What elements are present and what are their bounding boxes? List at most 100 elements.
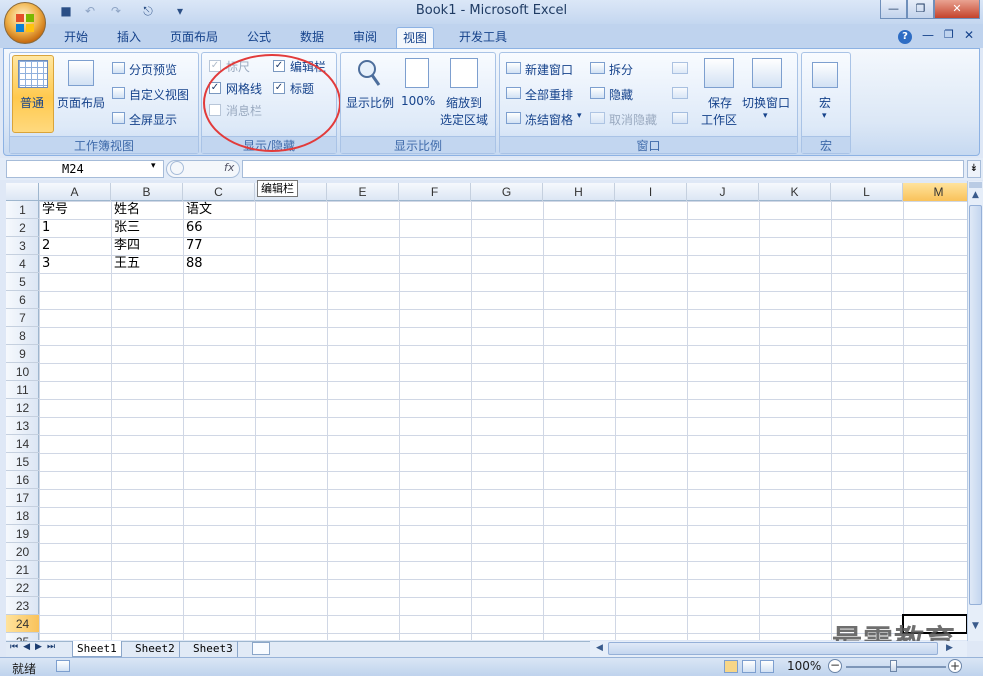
split-button[interactable]: 拆分: [609, 61, 633, 78]
column-header-i[interactable]: I: [615, 183, 687, 201]
save-icon[interactable]: ■: [58, 4, 74, 20]
column-header-b[interactable]: B: [111, 183, 183, 201]
tab-formulas[interactable]: 公式: [241, 27, 277, 48]
zoom-out-icon[interactable]: −: [828, 659, 842, 673]
freeze-panes-dropdown-icon[interactable]: ▾: [577, 111, 582, 121]
quick-access-dropdown-icon[interactable]: ▾: [172, 4, 188, 20]
row-header-1[interactable]: 1: [6, 201, 39, 219]
page-break-status-icon[interactable]: [760, 660, 774, 673]
column-header-c[interactable]: C: [183, 183, 255, 201]
zoom-level[interactable]: 100%: [787, 659, 821, 673]
insert-sheet-icon[interactable]: [252, 642, 270, 655]
row-header-6[interactable]: 6: [6, 291, 39, 309]
row-header-22[interactable]: 22: [6, 579, 39, 597]
row-header-4[interactable]: 4: [6, 255, 39, 273]
row-header-7[interactable]: 7: [6, 309, 39, 327]
cell-a2[interactable]: 1: [39, 219, 111, 237]
row-header-13[interactable]: 13: [6, 417, 39, 435]
vertical-scrollbar[interactable]: ▲ ▼: [967, 181, 983, 641]
tab-review[interactable]: 审阅: [347, 27, 383, 48]
sheet-tab-sheet2[interactable]: Sheet2: [131, 641, 180, 657]
save-workspace-button[interactable]: 保存: [708, 94, 732, 111]
split-box-icon[interactable]: [969, 182, 982, 188]
scroll-up-icon[interactable]: ▲: [969, 190, 982, 204]
view-side-by-side-icon[interactable]: [672, 62, 688, 74]
cell-b4[interactable]: 王五: [111, 255, 183, 273]
tab-view[interactable]: 视图: [396, 27, 435, 48]
row-header-2[interactable]: 2: [6, 219, 39, 237]
formula-input[interactable]: [242, 160, 964, 178]
maximize-button[interactable]: ❐: [907, 0, 934, 19]
macro-record-icon[interactable]: [56, 660, 70, 672]
column-header-a[interactable]: A: [39, 183, 111, 201]
name-box[interactable]: M24: [6, 160, 164, 178]
row-header-19[interactable]: 19: [6, 525, 39, 543]
row-header-23[interactable]: 23: [6, 597, 39, 615]
row-header-12[interactable]: 12: [6, 399, 39, 417]
row-header-14[interactable]: 14: [6, 435, 39, 453]
synchronous-scrolling-icon[interactable]: [672, 87, 688, 99]
column-header-k[interactable]: K: [759, 183, 831, 201]
tab-page-layout[interactable]: 页面布局: [164, 27, 224, 48]
row-header-5[interactable]: 5: [6, 273, 39, 291]
reset-window-position-icon[interactable]: [672, 112, 688, 124]
insert-function-icon[interactable]: fx: [224, 161, 234, 174]
macros-dropdown-icon[interactable]: ▾: [822, 111, 827, 121]
cell-a4[interactable]: 3: [39, 255, 111, 273]
switch-windows-dropdown-icon[interactable]: ▾: [763, 111, 768, 121]
scroll-down-icon[interactable]: ▼: [969, 621, 982, 635]
print-preview-icon[interactable]: ⎋: [140, 4, 156, 20]
column-header-f[interactable]: F: [399, 183, 471, 201]
cell-c3[interactable]: 77: [183, 237, 255, 255]
normal-view-status-icon[interactable]: [724, 660, 738, 673]
sheet-tab-sheet1[interactable]: Sheet1: [72, 641, 122, 657]
new-window-button[interactable]: 新建窗口: [525, 61, 573, 78]
sheet-tab-sheet3[interactable]: Sheet3: [189, 641, 238, 657]
column-header-j[interactable]: J: [687, 183, 759, 201]
row-header-24[interactable]: 24: [6, 615, 39, 633]
office-button[interactable]: [4, 2, 46, 44]
macros-button[interactable]: 宏: [819, 94, 831, 111]
row-header-21[interactable]: 21: [6, 561, 39, 579]
horizontal-scrollbar[interactable]: ◀ ▶: [590, 641, 967, 657]
zoom-100-button[interactable]: 100%: [401, 94, 435, 108]
cell-c4[interactable]: 88: [183, 255, 255, 273]
zoom-to-selection-button[interactable]: 缩放到: [446, 94, 482, 111]
arrange-all-button[interactable]: 全部重排: [525, 86, 573, 103]
vertical-scroll-thumb[interactable]: [969, 205, 982, 605]
column-header-l[interactable]: L: [831, 183, 903, 201]
row-header-8[interactable]: 8: [6, 327, 39, 345]
column-header-m[interactable]: M: [903, 183, 975, 201]
row-header-20[interactable]: 20: [6, 543, 39, 561]
cell-b2[interactable]: 张三: [111, 219, 183, 237]
row-header-9[interactable]: 9: [6, 345, 39, 363]
custom-views-button[interactable]: 自定义视图: [129, 86, 189, 103]
tab-home[interactable]: 开始: [58, 27, 94, 48]
zoom-in-icon[interactable]: +: [948, 659, 962, 673]
page-layout-view-button[interactable]: 页面布局: [57, 94, 105, 111]
cell-b1[interactable]: 姓名: [111, 201, 183, 219]
ribbon-minimize-icon[interactable]: —: [922, 28, 934, 42]
horizontal-scroll-thumb[interactable]: [608, 642, 938, 655]
unhide-button[interactable]: 取消隐藏: [609, 111, 657, 128]
close-button[interactable]: ✕: [934, 0, 980, 19]
scroll-right-icon[interactable]: ▶: [946, 643, 953, 653]
freeze-panes-button[interactable]: 冻结窗格: [525, 111, 573, 128]
full-screen-button[interactable]: 全屏显示: [129, 111, 177, 128]
cell-c2[interactable]: 66: [183, 219, 255, 237]
page-break-preview-button[interactable]: 分页预览: [129, 61, 177, 78]
zoom-button[interactable]: 显示比例: [346, 94, 394, 111]
workbook-close-icon[interactable]: ✕: [964, 28, 974, 42]
zoom-slider-thumb[interactable]: [890, 660, 897, 672]
tab-data[interactable]: 数据: [294, 27, 330, 48]
redo-icon[interactable]: ↷: [108, 4, 124, 20]
row-header-3[interactable]: 3: [6, 237, 39, 255]
column-header-e[interactable]: E: [327, 183, 399, 201]
select-all-button[interactable]: [6, 183, 39, 201]
row-header-15[interactable]: 15: [6, 453, 39, 471]
minimize-button[interactable]: —: [880, 0, 907, 19]
column-header-g[interactable]: G: [471, 183, 543, 201]
switch-windows-button[interactable]: 切换窗口: [742, 94, 790, 111]
page-layout-status-icon[interactable]: [742, 660, 756, 673]
help-icon[interactable]: ?: [898, 30, 912, 44]
